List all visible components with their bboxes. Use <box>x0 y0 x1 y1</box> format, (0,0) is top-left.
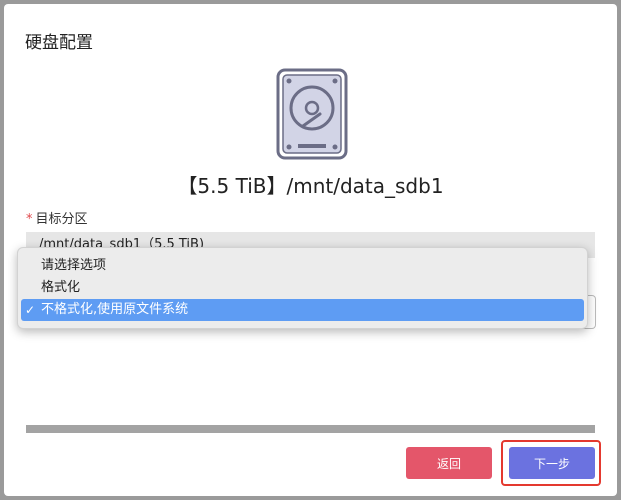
back-button[interactable]: 返回 <box>406 447 492 479</box>
required-mark: * <box>26 212 33 227</box>
progress-bar <box>26 425 595 433</box>
dialog-title: 硬盘配置 <box>25 33 93 53</box>
format-dropdown-menu: 请选择选项 格式化 ✓ 不格式化,使用原文件系统 <box>17 247 588 329</box>
progress-fill <box>26 425 595 433</box>
dropdown-option-no-format[interactable]: ✓ 不格式化,使用原文件系统 <box>21 299 584 321</box>
check-icon: ✓ <box>25 303 36 317</box>
target-partition-label: * 目标分区 <box>26 208 88 227</box>
next-button-highlight <box>501 440 601 486</box>
dropdown-option-select-prompt[interactable]: 请选择选项 <box>21 255 584 277</box>
dropdown-option-format[interactable]: 格式化 <box>21 277 584 299</box>
hard-disk-icon <box>276 68 348 160</box>
target-partition-label-text: 目标分区 <box>35 212 88 227</box>
disk-name-heading: 【5.5 TiB】/mnt/data_sdb1 <box>177 174 444 198</box>
